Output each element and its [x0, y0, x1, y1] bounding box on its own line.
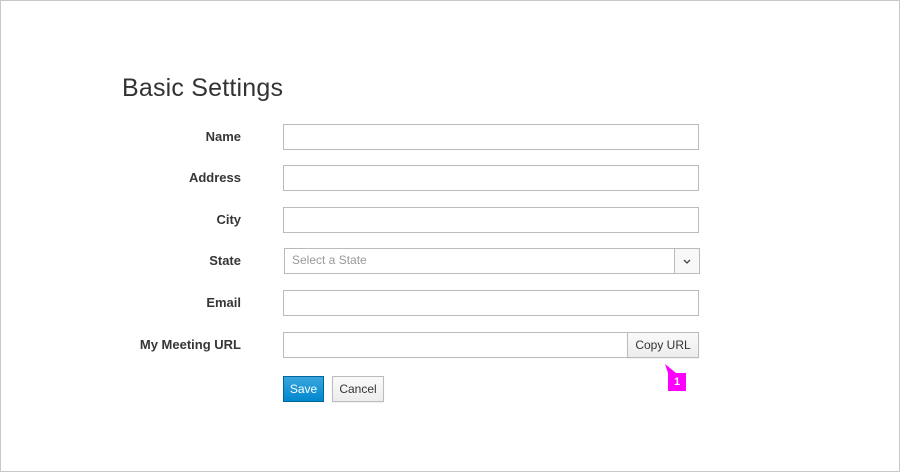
state-select-value: Select a State: [292, 253, 367, 267]
meeting-url-input[interactable]: [283, 332, 628, 358]
address-input[interactable]: [283, 165, 699, 191]
email-input[interactable]: [283, 290, 699, 316]
city-label: City: [216, 212, 241, 227]
chevron-down-icon[interactable]: [674, 249, 699, 273]
meeting-url-label: My Meeting URL: [139, 337, 241, 352]
save-button[interactable]: Save: [283, 376, 324, 402]
settings-panel: Basic Settings Name Address City State S…: [0, 0, 900, 472]
email-label: Email: [206, 295, 241, 310]
page-title: Basic Settings: [122, 74, 284, 102]
cancel-button[interactable]: Cancel: [332, 376, 384, 402]
address-label: Address: [188, 170, 241, 185]
state-select[interactable]: Select a State: [284, 248, 700, 274]
city-input[interactable]: [283, 207, 699, 233]
annotation-marker: 1: [668, 373, 686, 391]
name-input[interactable]: [283, 124, 699, 150]
name-label: Name: [205, 129, 241, 144]
copy-url-button[interactable]: Copy URL: [627, 332, 699, 358]
state-label: State: [209, 253, 241, 268]
